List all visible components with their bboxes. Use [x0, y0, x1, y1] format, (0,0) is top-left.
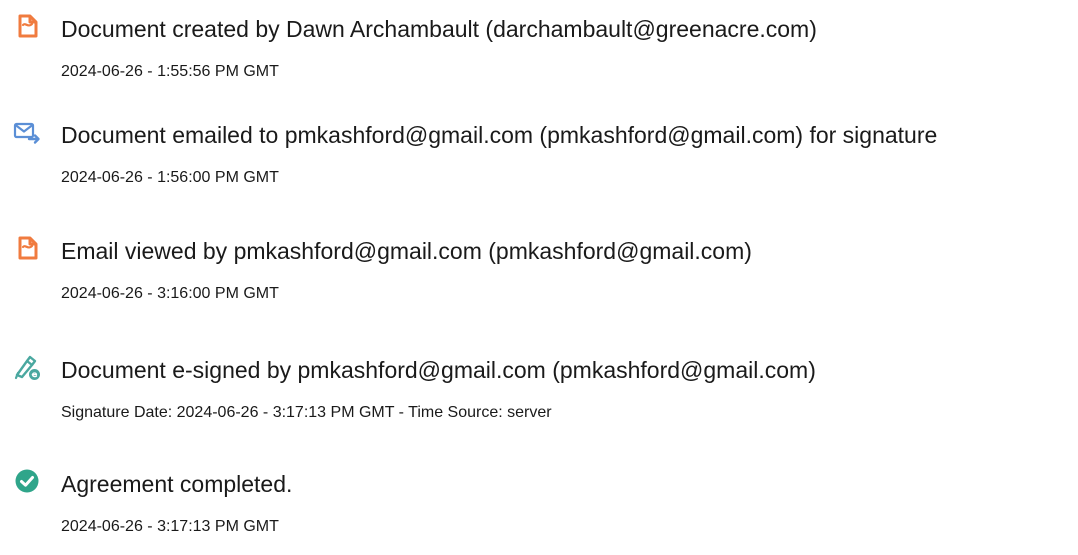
event-title: Document e-signed by pmkashford@gmail.co…	[61, 357, 816, 383]
email-send-icon	[13, 118, 41, 146]
history-event-created: Document created by Dawn Archambault (da…	[0, 0, 1078, 100]
history-event-emailed: Document emailed to pmkashford@gmail.com…	[0, 106, 1078, 206]
event-timestamp: 2024-06-26 - 3:17:13 PM GMT	[61, 518, 279, 535]
document-icon	[13, 12, 41, 40]
event-timestamp: 2024-06-26 - 3:16:00 PM GMT	[61, 285, 279, 302]
event-title: Email viewed by pmkashford@gmail.com (pm…	[61, 238, 752, 264]
history-event-viewed: Email viewed by pmkashford@gmail.com (pm…	[0, 222, 1078, 322]
event-timestamp: 2024-06-26 - 1:55:56 PM GMT	[61, 63, 279, 80]
check-circle-icon	[13, 467, 41, 495]
history-event-signed: Document e-signed by pmkashford@gmail.co…	[0, 341, 1078, 441]
document-icon	[13, 234, 41, 262]
event-timestamp: 2024-06-26 - 1:56:00 PM GMT	[61, 169, 279, 186]
history-event-completed: Agreement completed. 2024-06-26 - 3:17:1…	[0, 455, 1078, 555]
event-timestamp: Signature Date: 2024-06-26 - 3:17:13 PM …	[61, 404, 552, 421]
event-title: Agreement completed.	[61, 471, 293, 497]
event-title: Document emailed to pmkashford@gmail.com…	[61, 122, 938, 148]
event-title: Document created by Dawn Archambault (da…	[61, 16, 817, 42]
pen-esign-icon	[13, 353, 41, 381]
